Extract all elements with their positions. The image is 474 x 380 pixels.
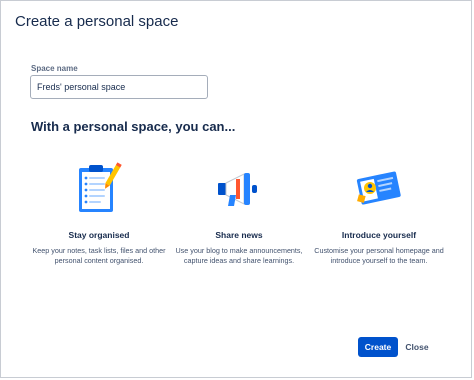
create-button[interactable]: Create: [358, 337, 398, 357]
feature-share-news: Share news Use your blog to make announc…: [169, 159, 309, 266]
feature-introduce-yourself: Introduce yourself Customise your person…: [309, 159, 449, 266]
feature-description: Customise your personal homepage and int…: [314, 246, 444, 265]
feature-title: Introduce yourself: [341, 230, 417, 240]
megaphone-icon: [169, 159, 309, 219]
space-name-label: Space name: [31, 64, 78, 73]
profile-card-icon: [309, 159, 449, 219]
clipboard-checklist-icon: [29, 159, 169, 219]
feature-stay-organised: Stay organised Keep your notes, task lis…: [29, 159, 169, 266]
create-personal-space-dialog: Create a personal space Space name With …: [0, 0, 472, 378]
close-button[interactable]: Close: [401, 337, 433, 357]
space-name-input[interactable]: [30, 75, 208, 99]
feature-description: Keep your notes, task lists, files and o…: [32, 246, 166, 265]
feature-description: Use your blog to make announcements, cap…: [175, 246, 303, 265]
feature-title: Share news: [215, 230, 263, 240]
feature-title: Stay organised: [68, 230, 130, 240]
dialog-title: Create a personal space: [15, 13, 179, 30]
features-heading: With a personal space, you can...: [31, 119, 236, 134]
